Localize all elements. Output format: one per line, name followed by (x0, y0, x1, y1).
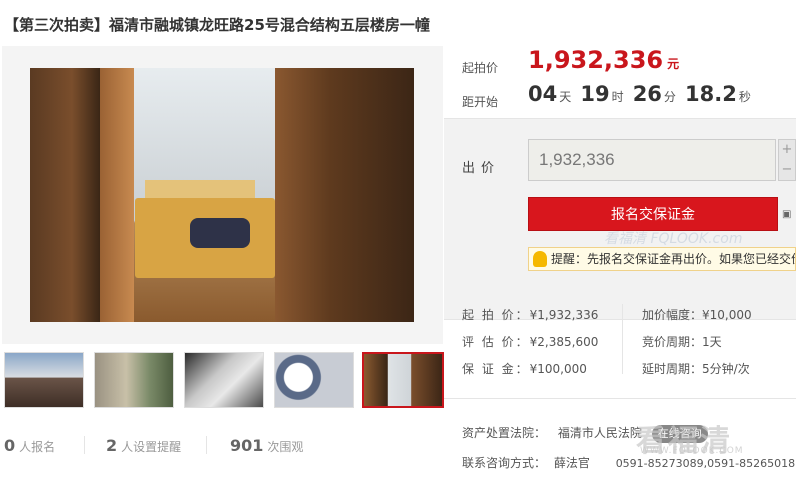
deposit-reminder: 提醒：先报名交保证金再出价。如果您已经交价 (528, 247, 796, 271)
bid-panel: 起拍价 1,932,336 元 距开始 04 天 19 时 26 分 18.2 秒 出价 … (444, 46, 796, 484)
detail-extension-period: 延时周期：5分钟/次 (642, 362, 750, 376)
main-photo-frame (2, 46, 443, 344)
detail-increment: 加价幅度：¥10,000 (642, 308, 752, 322)
decrease-icon[interactable]: − (779, 160, 795, 180)
start-price: 1,932,336 元 (528, 46, 680, 74)
thumbnail-4[interactable] (274, 352, 354, 408)
watermark-overlay: 看福清 FQLOOK.com (604, 231, 743, 247)
countdown-timer: 04 天 19 时 26 分 18.2 秒 (528, 82, 751, 106)
bid-stepper[interactable]: + − (778, 139, 796, 181)
thumbnail-strip (2, 352, 444, 408)
stat-reminders: 2 人设置提醒 (106, 436, 182, 455)
countdown-label: 距开始 (462, 95, 499, 109)
court-name[interactable]: 福清市人民法院 (558, 426, 642, 440)
stat-views: 901 次围观 (230, 436, 304, 455)
thumbnail-3[interactable] (184, 352, 264, 408)
help-link-icon[interactable]: ▣ (782, 209, 791, 220)
main-photo[interactable] (30, 68, 414, 322)
start-price-label: 起拍价 (462, 61, 499, 75)
enroll-deposit-button[interactable]: 报名交保证金 (528, 197, 778, 231)
auction-stats: 0 人报名 2 人设置提醒 901 次围观 (2, 436, 443, 456)
detail-appraisal-price: 评 估 价：¥2,385,600 (462, 335, 599, 349)
bid-amount-input[interactable]: 1,932,336 (528, 139, 776, 181)
detail-bid-period: 竞价周期：1天 (642, 335, 722, 349)
detail-start-price: 起 拍 价：¥1,932,336 (462, 308, 599, 322)
thumbnail-5-active[interactable] (362, 352, 444, 408)
thumbnail-1[interactable] (4, 352, 84, 408)
page-title: 【第三次拍卖】福清市融城镇龙旺路25号混合结构五层楼房一幢 (4, 16, 430, 34)
detail-deposit: 保 证 金：¥100,000 (462, 362, 587, 376)
increase-icon[interactable]: + (779, 140, 795, 160)
stat-enrolled: 0 人报名 (4, 436, 56, 455)
bid-label: 出价 (462, 161, 501, 176)
watermark-url: WWW.FQLOOK.COM (640, 446, 744, 456)
bid-box: 出价 1,932,336 + − 报名交保证金 ▣ 提醒：先报名交保证金再出价。… (444, 118, 796, 320)
contact-info: 联系咨询方式： 薛法官 0591-85273089,0591-85265018 (462, 456, 796, 470)
lightbulb-icon (533, 251, 547, 267)
thumbnail-2[interactable] (94, 352, 174, 408)
